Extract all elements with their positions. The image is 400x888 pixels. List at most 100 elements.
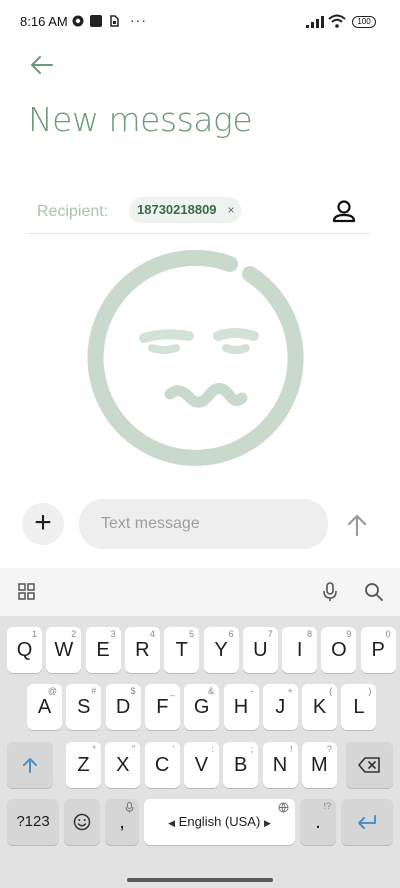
send-arrow-up-icon[interactable]: [340, 508, 374, 542]
key-label: J: [275, 696, 286, 718]
key-p[interactable]: P0: [360, 627, 396, 673]
key-hint: 1: [31, 629, 37, 639]
key-c[interactable]: C ': [144, 742, 180, 788]
empty-state-face-illustration: [87, 249, 304, 466]
key-q[interactable]: Q1: [7, 627, 42, 673]
symbols-key[interactable]: ?123: [7, 799, 59, 845]
recipient-chip-number: 18730218809: [137, 202, 217, 217]
key-t[interactable]: T5: [164, 627, 200, 673]
attach-button[interactable]: +: [22, 503, 64, 545]
emoji-key[interactable]: [64, 799, 100, 845]
key-hint: 5: [189, 629, 195, 639]
comma-key[interactable]: ,: [105, 799, 139, 845]
key-hint: !: [289, 744, 293, 754]
backspace-key[interactable]: [346, 742, 393, 788]
key-e[interactable]: E3: [85, 627, 121, 673]
key-hint: _: [169, 686, 175, 696]
microphone-icon[interactable]: [318, 580, 342, 604]
key-label: M: [310, 754, 328, 776]
shift-arrow-icon: [23, 758, 37, 773]
key-o[interactable]: O9: [321, 627, 357, 673]
keyboard-toolbar: [0, 568, 400, 616]
key-label: R: [135, 639, 150, 661]
signal-icon: [306, 16, 324, 28]
key-label: G: [193, 696, 210, 718]
key-hint: ': [172, 744, 175, 754]
key-label: U: [253, 639, 268, 661]
sim-notification-icon: [110, 15, 119, 27]
globe-icon: [278, 802, 289, 813]
key-hint: 0: [385, 629, 391, 639]
key-label: P: [371, 639, 385, 661]
space-key[interactable]: ◀ English (USA) ▶: [144, 799, 295, 845]
key-z[interactable]: Z *: [66, 742, 101, 788]
key-label: K: [312, 696, 327, 718]
key-hint: 6: [228, 629, 234, 639]
chip-remove-button[interactable]: ×: [228, 197, 235, 223]
key-j[interactable]: J +: [262, 684, 298, 730]
key-hint: ?: [326, 744, 332, 754]
key-v[interactable]: V:: [183, 742, 219, 788]
key-label: L: [353, 696, 365, 718]
key-label: S: [77, 696, 91, 718]
key-hint: (: [329, 686, 333, 696]
comma-label: ,: [119, 811, 125, 833]
apps-grid-icon[interactable]: [16, 580, 40, 604]
space-right-arrow-icon: ▶: [263, 818, 271, 828]
key-hint: :: [211, 744, 214, 754]
key-w[interactable]: W2: [46, 627, 82, 673]
key-i[interactable]: I8: [282, 627, 318, 673]
key-label: W: [54, 639, 74, 661]
key-label: T: [175, 639, 188, 661]
period-key[interactable]: . !?: [300, 799, 336, 845]
key-label: O: [331, 639, 347, 661]
space-language-label: English (USA): [178, 814, 261, 829]
key-hint: &: [208, 686, 215, 696]
recipient-row[interactable]: Recipient: 18730218809 ×: [28, 190, 370, 234]
period-label: .: [315, 811, 321, 833]
key-r[interactable]: R4: [124, 627, 160, 673]
key-b[interactable]: B;: [223, 742, 259, 788]
back-arrow-icon[interactable]: [24, 50, 60, 80]
key-hint: 2: [71, 629, 77, 639]
key-k[interactable]: K(: [302, 684, 338, 730]
message-input[interactable]: [79, 499, 328, 549]
person-icon[interactable]: [330, 198, 358, 226]
key-label: N: [272, 754, 288, 776]
space-left-arrow-icon: ◀: [168, 818, 176, 828]
shift-key[interactable]: [7, 742, 53, 788]
search-icon[interactable]: [362, 580, 386, 604]
key-label: Y: [214, 639, 228, 661]
key-u[interactable]: U7: [242, 627, 278, 673]
key-m[interactable]: M?: [301, 742, 337, 788]
key-hint: 4: [149, 629, 155, 639]
plus-icon: +: [34, 506, 52, 539]
key-f[interactable]: F _: [144, 684, 180, 730]
status-bar: 8:16 AM ··· 100: [0, 0, 400, 44]
enter-key[interactable]: [341, 799, 393, 845]
key-s[interactable]: S #: [66, 684, 102, 730]
navigation-handle[interactable]: [127, 878, 273, 882]
key-l[interactable]: L): [341, 684, 377, 730]
key-hint: 7: [267, 629, 273, 639]
key-hint: +: [287, 686, 293, 696]
keyboard: Q1W2E3R4T5Y6U7I8O9P0 A @ S # D $ F _ G & H - J + K(L) …: [0, 568, 400, 888]
key-d[interactable]: D $: [105, 684, 141, 730]
period-hint: !?: [323, 801, 331, 811]
recipient-chip[interactable]: 18730218809 ×: [129, 197, 241, 223]
key-y[interactable]: Y6: [203, 627, 239, 673]
key-hint: #: [91, 686, 97, 696]
key-n[interactable]: N!: [262, 742, 298, 788]
key-label: B: [234, 754, 248, 776]
key-label: A: [37, 696, 52, 718]
key-x[interactable]: X ": [105, 742, 141, 788]
key-h[interactable]: H-: [223, 684, 259, 730]
key-hint: ): [368, 686, 372, 696]
key-label: F: [156, 696, 169, 718]
backspace-icon: [357, 757, 380, 773]
key-label: H: [233, 696, 249, 718]
app-notification-icon: [90, 15, 102, 27]
key-a[interactable]: A @: [27, 684, 62, 730]
key-g[interactable]: G &: [184, 684, 220, 730]
voice-hint-icon: [125, 802, 134, 813]
